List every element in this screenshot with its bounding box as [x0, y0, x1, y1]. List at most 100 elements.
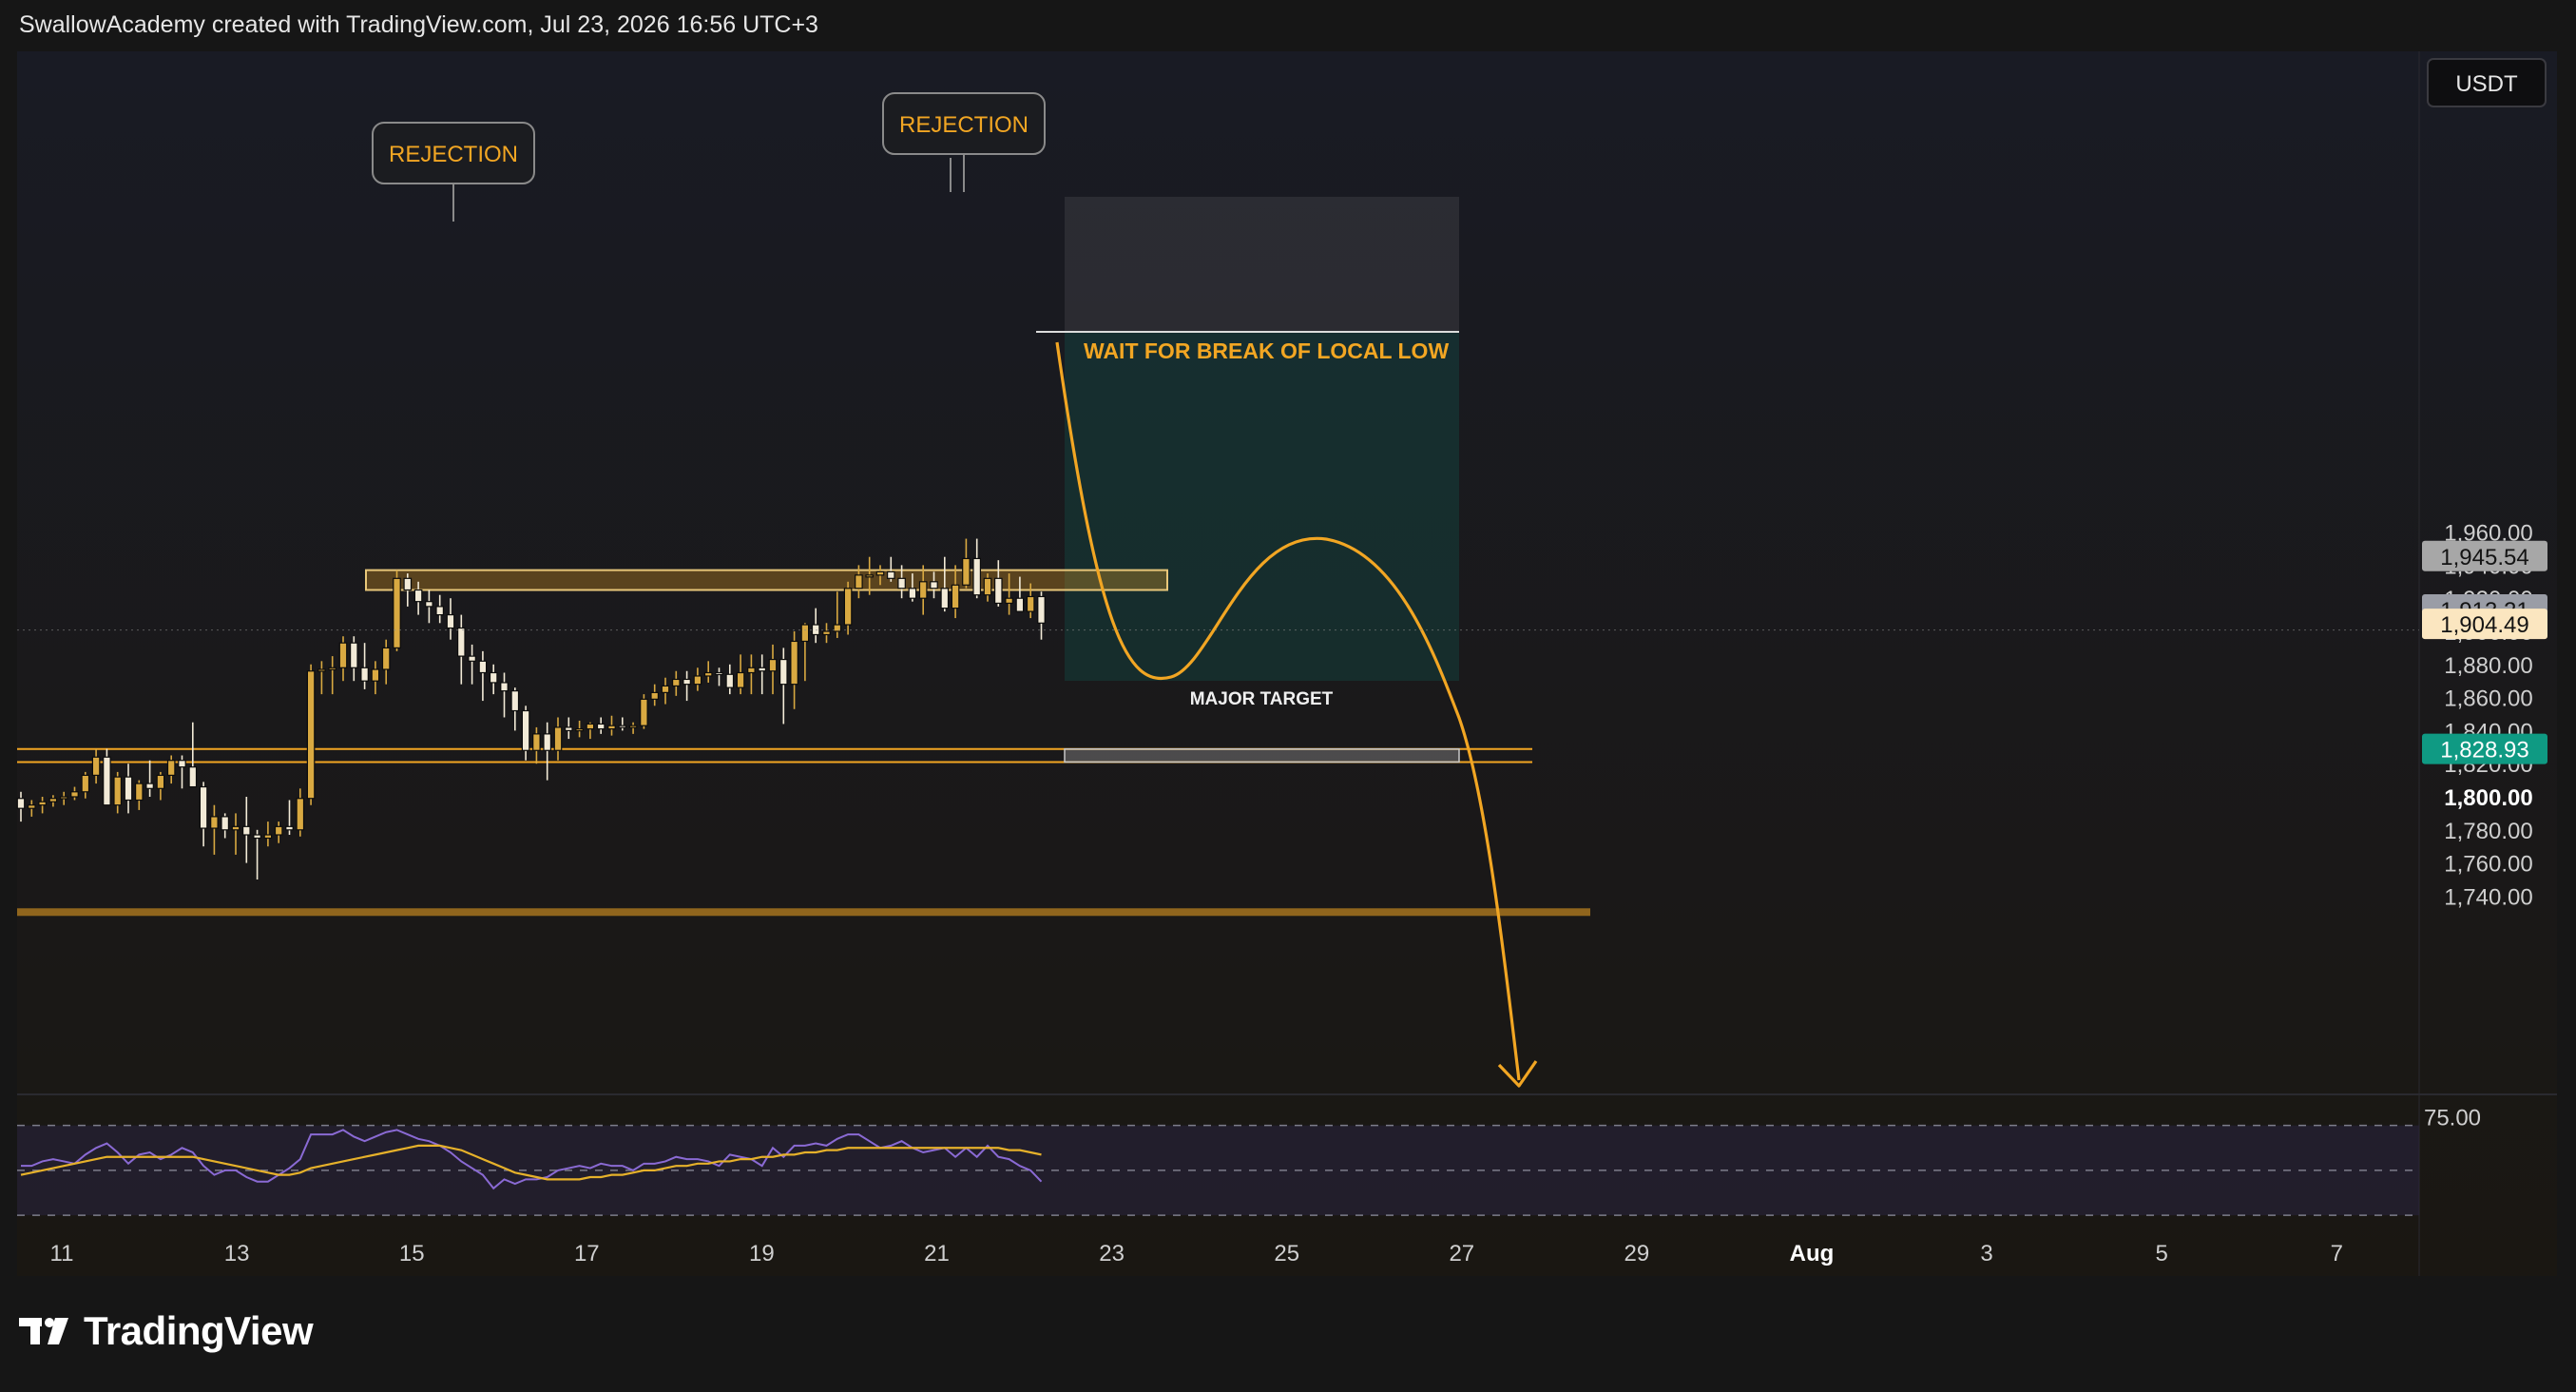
candle-body: [918, 581, 928, 599]
candle-body: [586, 723, 595, 730]
candle-body: [779, 658, 788, 686]
candle-body: [618, 725, 627, 728]
candle-body: [747, 667, 756, 674]
candle-body: [263, 834, 273, 840]
candle-body: [843, 588, 853, 626]
candle-body: [221, 816, 230, 831]
bottom-band: [17, 908, 1590, 917]
candle-body: [231, 825, 240, 831]
stop-zone: [1065, 197, 1459, 332]
candle-body: [628, 725, 638, 728]
candle-body: [1005, 597, 1013, 605]
candle-body: [661, 685, 670, 693]
candle-body: [940, 588, 950, 609]
rejection-callout-2-label: REJECTION: [899, 112, 1028, 138]
time-tick-label: 13: [224, 1241, 250, 1266]
candle-body: [48, 798, 58, 802]
candle-body: [790, 640, 798, 686]
candle-body: [425, 601, 433, 608]
time-tick-label: 11: [50, 1241, 74, 1266]
candle-body: [253, 834, 261, 840]
tradingview-logo-text: TradingView: [84, 1308, 314, 1353]
candle-body: [103, 756, 111, 806]
candle-body: [886, 570, 895, 579]
candle-body: [951, 584, 960, 609]
candle-body: [338, 642, 348, 668]
candle-body: [59, 796, 68, 800]
candle-body: [1015, 597, 1025, 612]
candle-body: [296, 798, 305, 831]
candle-body: [972, 557, 982, 596]
price-tick-label: 1,860.00: [2444, 686, 2532, 712]
candle-body: [703, 671, 713, 677]
time-tick-label: 21: [924, 1241, 950, 1266]
time-tick-label: 3: [1980, 1241, 1992, 1266]
candle-body: [371, 668, 380, 682]
candle-body: [285, 825, 294, 831]
candle-body: [543, 733, 552, 751]
candle-body: [1026, 595, 1035, 612]
time-tick-label: 5: [2156, 1241, 2168, 1266]
time-tick-label: 27: [1449, 1241, 1474, 1266]
candle-body: [435, 606, 445, 616]
candle-body: [306, 670, 316, 800]
price-label-text: 1,945.54: [2440, 545, 2528, 570]
candle-body: [908, 588, 917, 599]
candle-body: [317, 668, 326, 672]
candle-body: [403, 577, 413, 591]
candle-body: [640, 698, 648, 726]
candle-body: [381, 647, 391, 670]
candle-body: [865, 574, 875, 578]
candle-body: [113, 776, 123, 806]
price-label-text: 1,904.49: [2440, 612, 2528, 638]
candle-body: [671, 678, 681, 687]
price-tick-label: 1,780.00: [2444, 819, 2532, 844]
candle-body: [521, 709, 530, 751]
candle-body: [758, 667, 767, 672]
candle-body: [736, 671, 745, 688]
candle-body: [875, 570, 885, 576]
candle-body: [930, 581, 938, 590]
candle-body: [564, 726, 573, 731]
candle-body: [1037, 595, 1046, 624]
candle-body: [413, 589, 423, 603]
candle-body: [962, 557, 971, 586]
price-tick-label: 1,880.00: [2444, 653, 2532, 679]
price-tick-label: 1,740.00: [2444, 884, 2532, 910]
candle-body: [693, 675, 702, 686]
candle-body: [650, 691, 660, 700]
time-tick-label: 17: [574, 1241, 600, 1266]
candle-body: [822, 630, 831, 636]
chart-canvas[interactable]: REJECTION REJECTION WAIT FOR BREAK OF LOCA…: [0, 0, 2576, 1392]
candle-body: [478, 660, 488, 674]
candle-body: [446, 613, 455, 629]
candle-body: [178, 760, 186, 768]
currency-label: USDT: [2455, 71, 2518, 97]
candle-body: [274, 825, 283, 836]
candle-body: [607, 725, 616, 730]
rejection-callout-1-label: REJECTION: [389, 142, 518, 167]
candle-body: [489, 671, 498, 684]
time-tick-label: 15: [399, 1241, 425, 1266]
candle-body: [800, 624, 810, 643]
candle-body: [124, 776, 133, 802]
candle-body: [91, 756, 101, 776]
candle-body: [575, 728, 584, 732]
candle-body: [682, 678, 691, 686]
candle-body: [199, 785, 208, 829]
major-target-box: [1064, 747, 1460, 764]
candle-body: [993, 577, 1003, 605]
candle-body: [135, 783, 144, 802]
candle-body: [715, 671, 723, 676]
candle-body: [500, 682, 509, 692]
candle-body: [468, 655, 476, 662]
price-tick-label: 1,760.00: [2444, 852, 2532, 878]
candle-body: [855, 574, 863, 590]
major-target-label: MAJOR TARGET: [1190, 689, 1334, 709]
time-tick-label: 7: [2331, 1241, 2343, 1266]
tradingview-logo[interactable]: TradingView: [19, 1308, 314, 1354]
candle-body: [768, 658, 778, 672]
candle-body: [983, 577, 992, 596]
rsi-upper-label: 75.00: [2424, 1106, 2481, 1131]
candle-body: [510, 690, 520, 712]
